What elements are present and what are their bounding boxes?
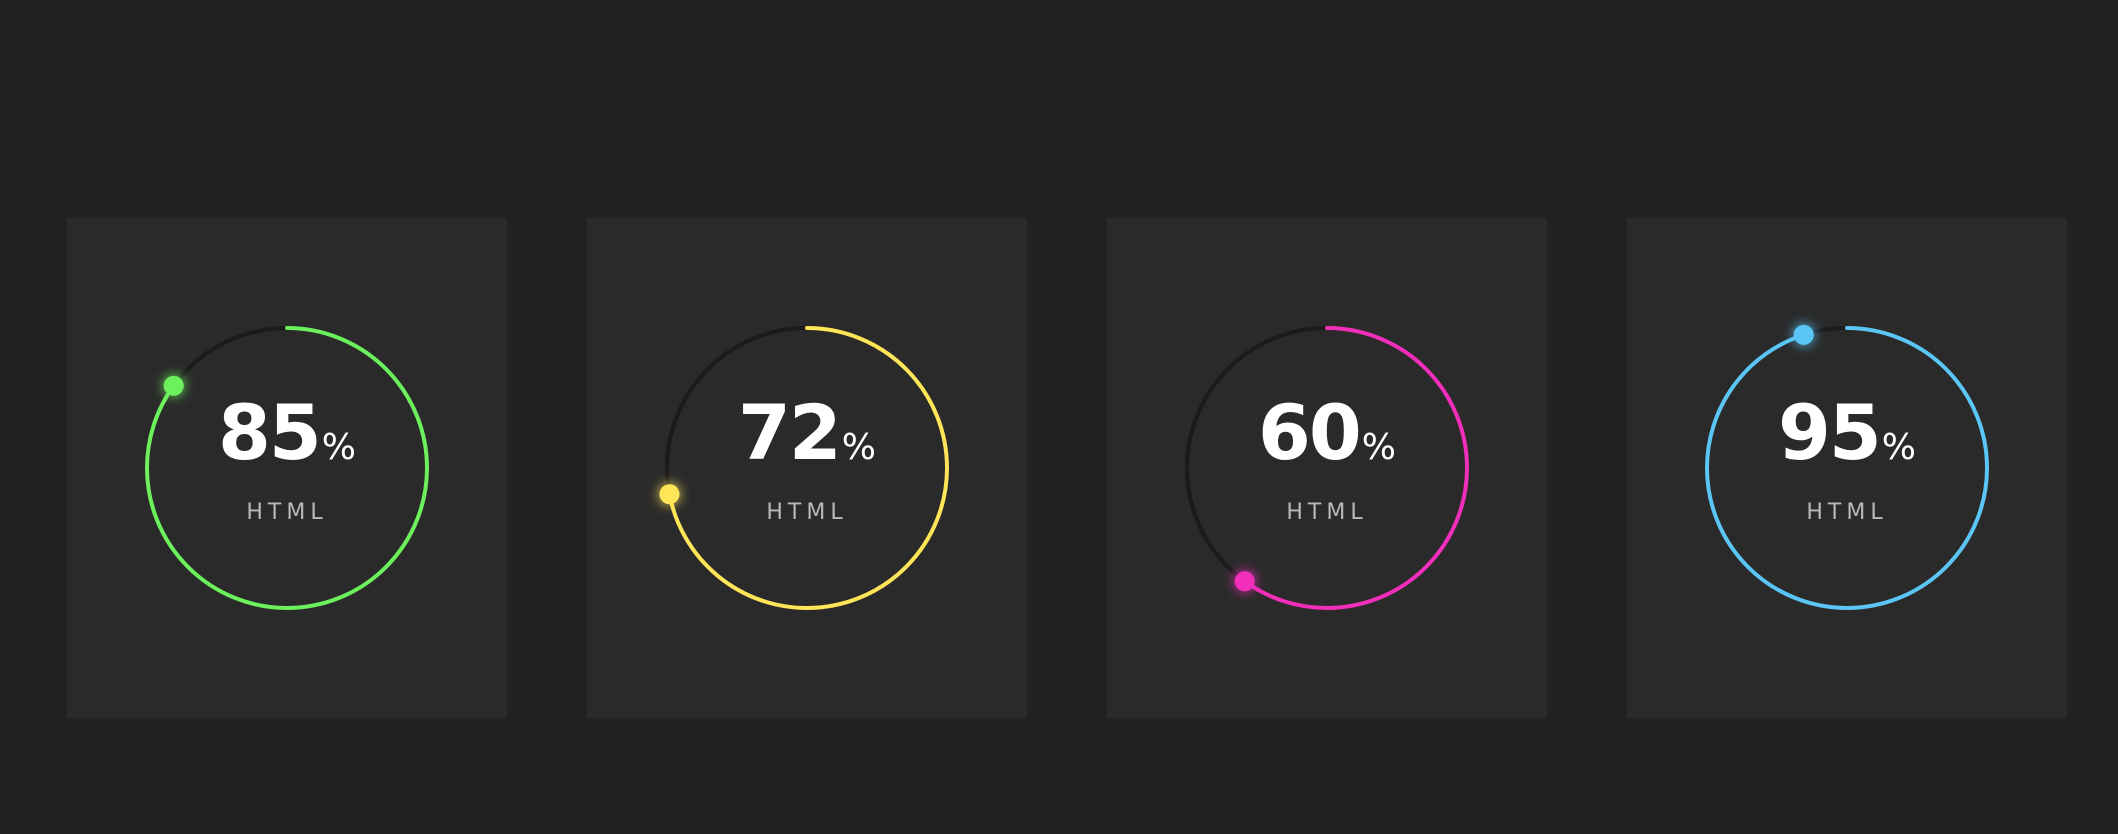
percent-sign: %: [841, 427, 876, 468]
skill-label: HTML: [766, 500, 848, 525]
skill-card: 95% HTML: [1627, 218, 2067, 718]
percent-sign: %: [321, 427, 356, 468]
percent-value: 85: [218, 388, 322, 477]
skill-card: 72% HTML: [587, 218, 1027, 718]
percent-sign: %: [1361, 427, 1396, 468]
percent-readout: 85%: [67, 388, 507, 477]
skill-label: HTML: [1286, 500, 1368, 525]
skill-label: HTML: [246, 500, 328, 525]
progress-knob: [1793, 324, 1814, 345]
percent-value: 60: [1258, 388, 1362, 477]
percent-readout: 72%: [587, 388, 1027, 477]
percent-readout: 95%: [1627, 388, 2067, 477]
skill-cards: 85% HTML 72% HTML 60% HTML 95% HTML: [0, 218, 2118, 718]
skill-card: 60% HTML: [1107, 218, 1547, 718]
percent-sign: %: [1881, 427, 1916, 468]
percent-readout: 60%: [1107, 388, 1547, 477]
percent-value: 72: [738, 388, 842, 477]
progress-knob: [1234, 571, 1255, 592]
skill-card: 85% HTML: [67, 218, 507, 718]
skill-label: HTML: [1806, 500, 1888, 525]
percent-value: 95: [1778, 388, 1882, 477]
